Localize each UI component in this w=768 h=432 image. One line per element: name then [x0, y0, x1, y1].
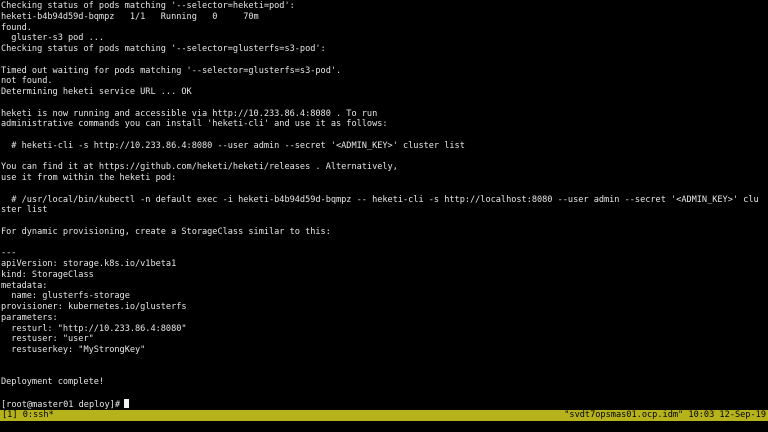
terminal-line: found. — [1, 22, 32, 33]
terminal-line: parameters: — [1, 312, 58, 323]
terminal-line: restuserkey: "MyStrongKey" — [1, 345, 146, 355]
cursor-block — [124, 398, 129, 408]
terminal-line: Timed out waiting for pods matching '--s… — [1, 65, 342, 76]
terminal-line: You can find it at https://github.com/he… — [1, 162, 398, 173]
tmux-window-list[interactable]: [1] 0:ssh* — [2, 410, 54, 421]
terminal-line: use it from within the heketi pod: — [1, 173, 177, 183]
terminal-line: not found. — [1, 76, 53, 87]
terminal-line: Deployment complete! — [1, 377, 105, 388]
tmux-status-bar: [1] 0:ssh* "svdt7opsmas01.ocp.idm" 10:03… — [0, 410, 768, 421]
terminal-line: kind: StorageClass — [1, 269, 94, 280]
terminal-line: Checking status of pods matching '--sele… — [1, 1, 295, 11]
tmux-status-right: "svdt7opsmas01.ocp.idm" 10:03 12-Sep-19 — [564, 410, 766, 420]
terminal-line: Checking status of pods matching '--sele… — [1, 44, 326, 54]
terminal-line: gluster-s3 pod ... — [1, 33, 105, 44]
shell-prompt: [root@master01 deploy]# — [1, 399, 120, 410]
terminal-line: # /usr/local/bin/kubectl -n default exec… — [1, 194, 759, 205]
terminal-line: heketi is now running and accessible via… — [1, 108, 378, 119]
terminal-line: Determining heketi service URL ... OK — [1, 87, 192, 97]
terminal-output[interactable]: Checking status of pods matching '--sele… — [0, 0, 768, 410]
terminal-line: # heketi-cli -s http://10.233.86.4:8080 … — [1, 140, 465, 151]
shell-prompt-line[interactable]: [root@master01 deploy]# — [1, 398, 768, 410]
terminal-line: apiVersion: storage.k8s.io/v1beta1 — [1, 259, 177, 269]
terminal-line: metadata: — [1, 280, 48, 291]
terminal-line: resturl: "http://10.233.86.4:8080" — [1, 323, 187, 334]
terminal-line: provisioner: kubernetes.io/glusterfs — [1, 302, 187, 312]
terminal-line: restuser: "user" — [1, 334, 94, 345]
terminal-line: heketi-b4b94d59d-bqmpz 1/1 Running 0 70m — [1, 11, 259, 22]
terminal-line: ster list — [1, 205, 48, 216]
terminal-line: administrative commands you can install … — [1, 119, 388, 130]
terminal-line: name: glusterfs-storage — [1, 291, 130, 302]
terminal-line: --- — [1, 248, 17, 259]
terminal-line: For dynamic provisioning, create a Stora… — [1, 226, 331, 237]
